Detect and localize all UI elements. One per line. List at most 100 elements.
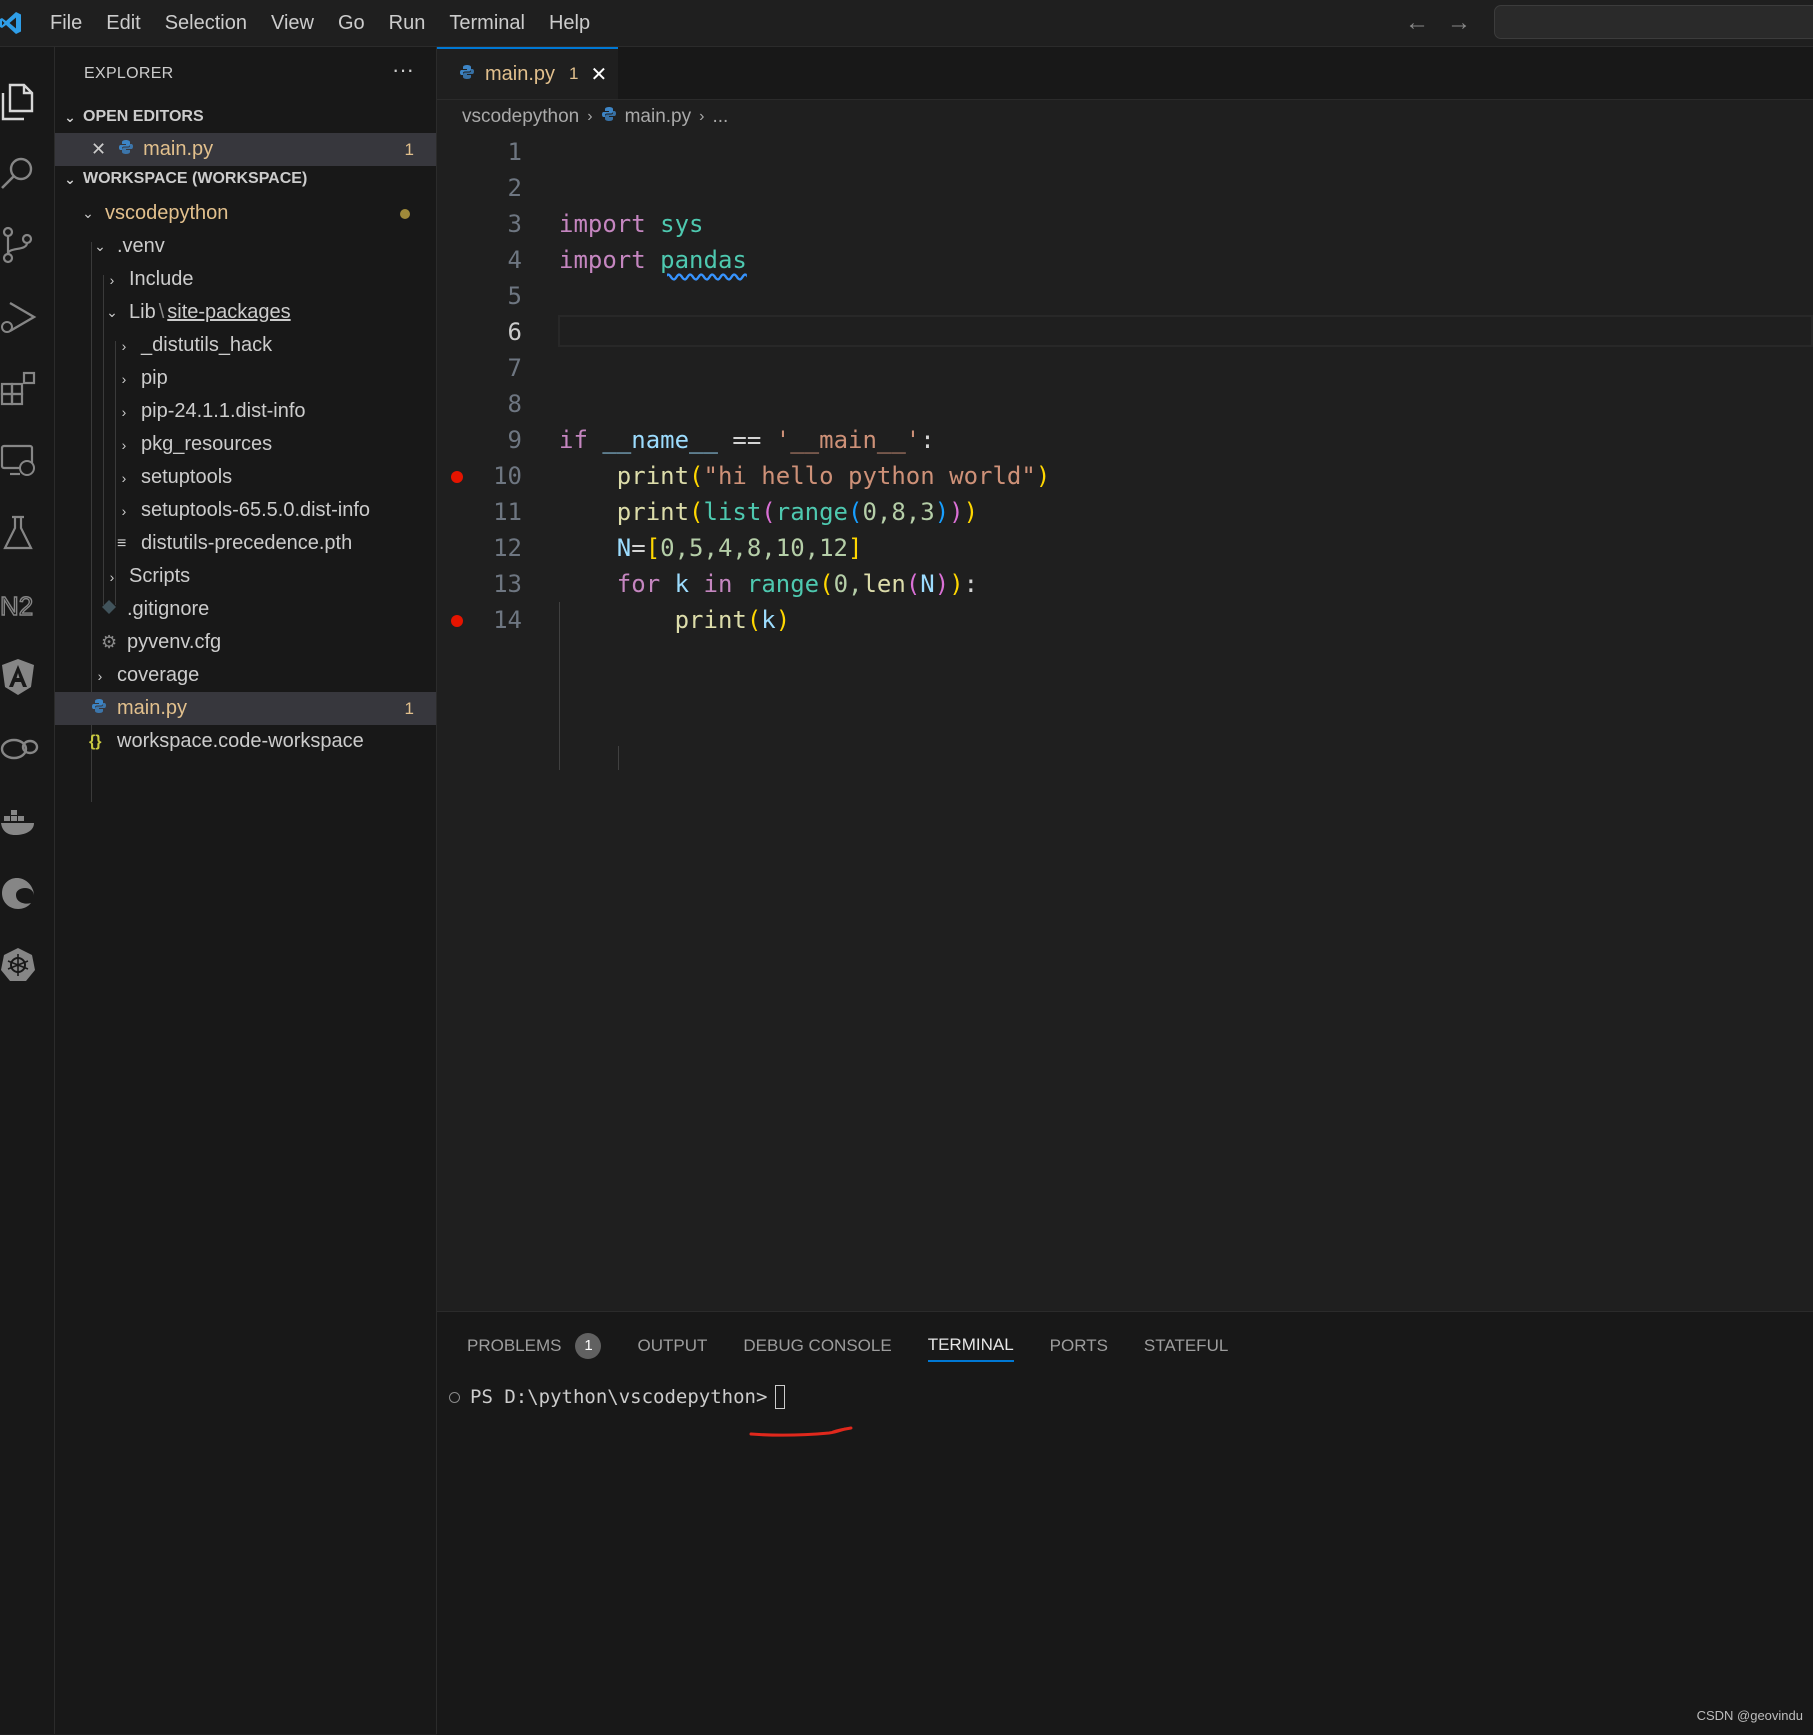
tree-folder-pip-dist-info[interactable]: › pip-24.1.1.dist-info	[55, 395, 436, 428]
kubernetes-icon[interactable]	[0, 935, 54, 995]
tree-folder-lib-site-packages[interactable]: ⌄ Lib \ site-packages	[55, 296, 436, 329]
chevron-down-icon: ⌄	[106, 304, 118, 320]
explorer-title: EXPLORER	[84, 65, 174, 82]
tree-file-workspace[interactable]: {} workspace.code-workspace	[55, 725, 436, 758]
modified-dot	[400, 208, 410, 219]
workspace-header[interactable]: ⌄ WORKSPACE (WORKSPACE)	[55, 164, 436, 194]
remote-explorer-icon[interactable]	[0, 431, 54, 491]
code-line-13: 13 for k in range(0,len(N)):	[493, 570, 979, 598]
indent-guide	[618, 746, 619, 770]
chevron-down-icon: ⌄	[64, 108, 76, 125]
tree-folder-include[interactable]: › Include	[55, 263, 436, 296]
terminal-prompt: PS D:\python\vscodepython>	[470, 1386, 768, 1408]
tree-folder-setuptools-dist-info[interactable]: › setuptools-65.5.0.dist-info	[55, 494, 436, 527]
python-file-icon	[601, 106, 617, 128]
menu-run[interactable]: Run	[377, 0, 438, 46]
chevron-right-icon: ›	[121, 403, 127, 420]
tree-folder-scripts[interactable]: › Scripts	[55, 560, 436, 593]
code-line-1: 1	[507, 138, 522, 166]
svg-text:N2: N2	[0, 591, 33, 621]
unresolved-import-warning: pandas	[660, 246, 747, 274]
menu-file[interactable]: File	[38, 0, 94, 46]
tab-problems[interactable]: PROBLEMS 1	[467, 1331, 602, 1361]
code-line-3: 3 import sys	[507, 210, 704, 238]
chevron-right-icon: ›	[121, 370, 127, 387]
chevron-right-icon: ›	[121, 502, 127, 519]
open-editors-header[interactable]: ⌄ OPEN EDITORS	[55, 102, 436, 132]
command-center-search[interactable]	[1494, 5, 1813, 39]
tree-folder-pkg-resources[interactable]: › pkg_resources	[55, 428, 436, 461]
close-icon[interactable]: ✕	[591, 62, 608, 87]
chevron-right-icon: ›	[97, 667, 103, 684]
more-actions-icon[interactable]: ···	[392, 57, 414, 83]
source-control-icon[interactable]	[0, 215, 54, 275]
open-editor-item-main-py[interactable]: ✕ main.py 1	[55, 133, 436, 166]
tab-output[interactable]: OUTPUT	[637, 1331, 707, 1361]
code-line-8: 8	[507, 390, 522, 418]
breadcrumb: vscodepython › main.py › ...	[462, 102, 728, 132]
open-editor-filename: main.py	[143, 138, 214, 160]
red-underline-annotation	[749, 1426, 853, 1437]
code-line-7: 7	[507, 354, 522, 382]
edge-browser-icon[interactable]	[0, 863, 54, 923]
menu-selection[interactable]: Selection	[153, 0, 259, 46]
code-line-11: 11 print(list(range(0,8,3)))	[493, 498, 979, 526]
git-file-icon	[101, 598, 119, 621]
breadcrumb-more[interactable]: ...	[712, 106, 728, 128]
testing-flask-icon[interactable]	[0, 503, 54, 563]
forward-arrow-icon[interactable]: →	[1447, 9, 1471, 37]
code-line-10: 10 print("hi hello python world")	[437, 458, 1813, 494]
tab-ports[interactable]: PORTS	[1050, 1331, 1108, 1361]
angular-icon[interactable]	[0, 647, 54, 707]
close-icon[interactable]: ✕	[91, 139, 106, 160]
explorer-icon[interactable]	[0, 71, 54, 131]
json-braces-icon: {}	[89, 732, 102, 750]
terminal-prompt-line[interactable]: PS D:\python\vscodepython>	[449, 1385, 786, 1409]
python-file-icon	[91, 697, 109, 720]
menu-view[interactable]: View	[259, 0, 326, 46]
code-line-2: 2	[507, 174, 522, 202]
terminal-cursor	[775, 1385, 786, 1409]
tab-main-py[interactable]: main.py 1 ✕	[437, 47, 618, 99]
breadcrumb-file[interactable]: main.py	[625, 106, 692, 128]
code-line-9: 9 if __name__ == '__main__':	[507, 426, 935, 454]
menu-help[interactable]: Help	[537, 0, 602, 46]
menu-bar: File Edit Selection View Go Run Terminal…	[38, 0, 602, 46]
chevron-right-icon: ›	[109, 271, 115, 288]
back-arrow-icon[interactable]: ←	[1405, 9, 1429, 37]
tree-file-main-py[interactable]: main.py 1	[55, 692, 436, 725]
search-icon[interactable]	[0, 143, 54, 203]
tree-folder-pip[interactable]: › pip	[55, 362, 436, 395]
tree-folder-venv[interactable]: ⌄ .venv	[55, 230, 436, 263]
chevron-right-icon: ›	[121, 337, 127, 354]
tab-terminal[interactable]: TERMINAL	[927, 1330, 1014, 1362]
chevron-right-icon: ›	[587, 108, 593, 125]
chevron-down-icon: ⌄	[64, 170, 76, 187]
code-editor[interactable]: 1 2 3 import sys 4 import pandas 5 6 7 8 9…	[437, 134, 1813, 1310]
watermark-text: CSDN @geovindu	[1696, 1708, 1803, 1723]
tab-debug-console[interactable]: DEBUG CONSOLE	[743, 1331, 891, 1361]
tab-problems-count: 1	[569, 64, 579, 83]
tree-folder-distutils-hack[interactable]: › _distutils_hack	[55, 329, 436, 362]
menu-go[interactable]: Go	[326, 0, 377, 46]
menu-terminal[interactable]: Terminal	[437, 0, 537, 46]
tree-file-pyvenv-cfg[interactable]: ⚙ pyvenv.cfg	[55, 626, 436, 659]
command-status-circle-icon	[449, 1391, 460, 1403]
menu-edit[interactable]: Edit	[94, 0, 152, 46]
panel-tabs: PROBLEMS 1 OUTPUT DEBUG CONSOLE TERMINAL …	[467, 1330, 1264, 1362]
editor-tab-bar: main.py 1 ✕	[437, 47, 1813, 100]
tab-stateful[interactable]: STATEFUL	[1144, 1331, 1228, 1361]
docker-icon[interactable]	[0, 791, 54, 851]
run-debug-icon[interactable]	[0, 287, 54, 347]
n2-extension-icon[interactable]: N2	[0, 575, 54, 635]
tree-folder-coverage[interactable]: › coverage	[55, 659, 436, 692]
explorer-sidebar: EXPLORER ··· ⌄ OPEN EDITORS ✕ main.py 1 …	[55, 47, 437, 1734]
chevron-right-icon: ›	[121, 436, 127, 453]
tree-folder-vscodepython[interactable]: ⌄ vscodepython	[55, 197, 436, 230]
tree-file-distutils-precedence[interactable]: ≡ distutils-precedence.pth	[55, 527, 436, 560]
tree-folder-setuptools[interactable]: › setuptools	[55, 461, 436, 494]
breadcrumb-folder[interactable]: vscodepython	[462, 106, 579, 128]
extensions-icon[interactable]	[0, 359, 54, 419]
copilot-icon[interactable]	[0, 719, 54, 779]
tree-file-gitignore[interactable]: .gitignore	[55, 593, 436, 626]
